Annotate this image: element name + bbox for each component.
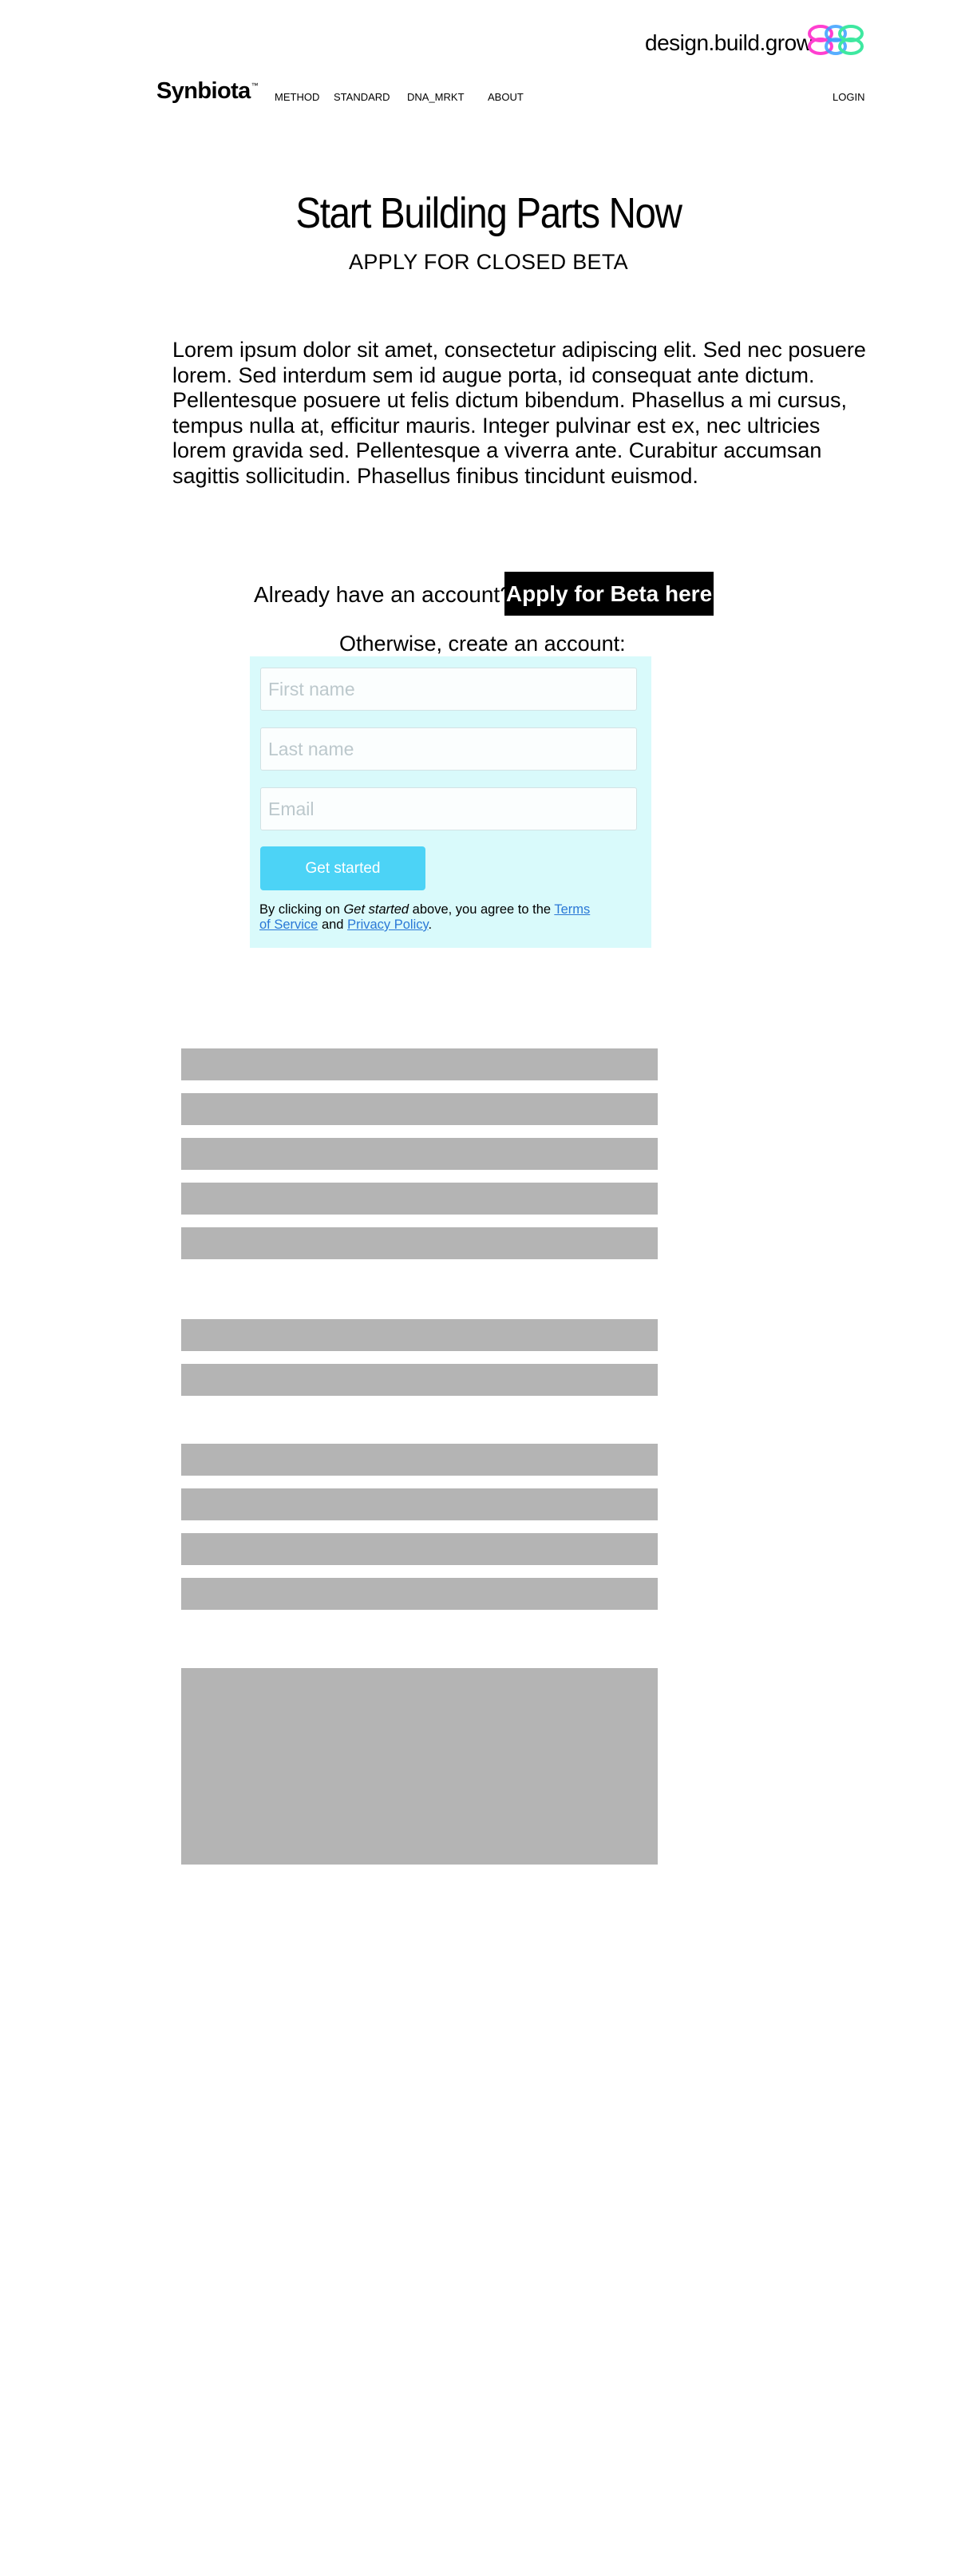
- placeholder-block: [181, 1444, 658, 1476]
- placeholder-block: [181, 1138, 658, 1170]
- nav-item-dna-mrkt[interactable]: DNA_MRKT: [407, 91, 465, 103]
- existing-account-prompt: Already have an account?: [254, 582, 512, 607]
- placeholder-block: [181, 1488, 658, 1520]
- trademark-mark: ™: [251, 81, 259, 89]
- login-link[interactable]: LOGIN: [833, 91, 864, 103]
- placeholder-block: [181, 1183, 658, 1215]
- brand-name: Synbiota: [156, 78, 251, 104]
- nav-item-about[interactable]: ABOUT: [488, 91, 524, 103]
- nav-item-standard[interactable]: STANDARD: [334, 91, 390, 103]
- get-started-button[interactable]: Get started: [260, 846, 425, 890]
- email-input[interactable]: [260, 787, 637, 830]
- placeholder-block: [181, 1319, 658, 1351]
- page-title: Start Building Parts Now: [295, 189, 682, 237]
- first-name-input[interactable]: [260, 668, 637, 711]
- intro-paragraph: Lorem ipsum dolor sit amet, consectetur …: [172, 338, 866, 488]
- brand-logo[interactable]: Synbiota™: [156, 78, 259, 105]
- nav-item-method[interactable]: METHOD: [275, 91, 319, 103]
- tagline: design.build.grow: [645, 30, 813, 55]
- placeholder-block: [181, 1533, 658, 1565]
- placeholder-block: [181, 1364, 658, 1396]
- placeholder-media-block: [181, 1668, 658, 1865]
- legal-middle: above, you agree to the: [409, 902, 555, 917]
- legal-period: .: [428, 917, 433, 932]
- privacy-policy-link[interactable]: Privacy Policy: [347, 917, 428, 932]
- placeholder-block: [181, 1048, 658, 1080]
- legal-emphasis: Get started: [343, 902, 409, 917]
- legal-notice: By clicking on Get started above, you ag…: [259, 902, 595, 933]
- placeholder-block: [181, 1578, 658, 1610]
- apply-beta-button[interactable]: Apply for Beta here: [504, 572, 714, 616]
- create-account-prompt: Otherwise, create an account:: [339, 632, 626, 656]
- placeholder-block: [181, 1093, 658, 1125]
- legal-and: and: [318, 917, 348, 932]
- dna-logo-icon: [808, 25, 864, 55]
- last-name-input[interactable]: [260, 727, 637, 771]
- page-subtitle: APPLY FOR CLOSED BETA: [349, 250, 628, 274]
- legal-prefix: By clicking on: [259, 902, 344, 917]
- placeholder-block: [181, 1227, 658, 1259]
